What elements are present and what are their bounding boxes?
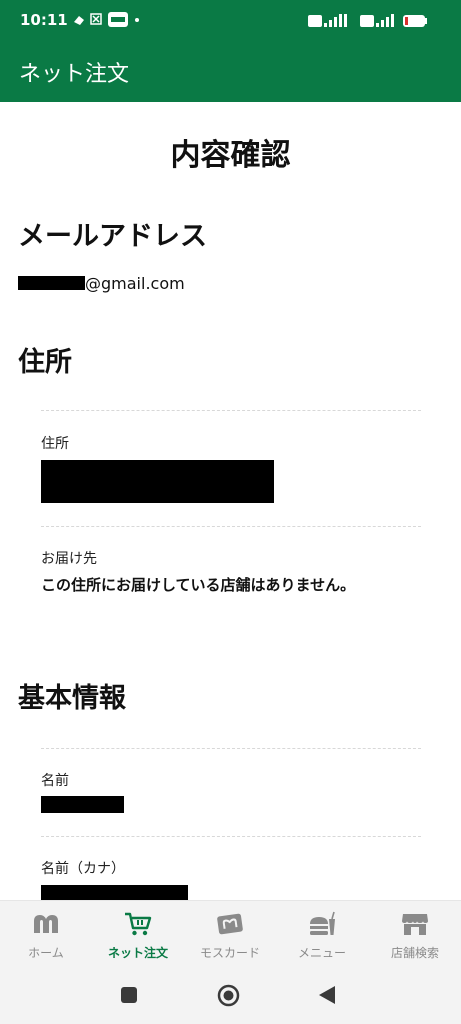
- app-bar: ネット注文: [0, 40, 461, 102]
- nav-label-net-order: ネット注文: [107, 946, 168, 960]
- home-circle-icon[interactable]: [217, 984, 240, 1007]
- nav-item-mos-card[interactable]: モスカード: [184, 901, 276, 969]
- back-triangle-icon[interactable]: [318, 985, 336, 1005]
- nav-item-menu[interactable]: メニュー: [276, 901, 368, 969]
- name-redaction: [41, 796, 124, 813]
- email-redaction: [18, 276, 85, 290]
- email-suffix: @gmail.com: [85, 273, 185, 293]
- card-icon: [217, 913, 243, 935]
- delivery-label: お届け先: [41, 551, 97, 567]
- address-label: 住所: [41, 436, 69, 452]
- delivery-value: この住所にお届けしている店舗はありません。: [41, 576, 356, 594]
- nav-item-net-order[interactable]: ネット注文: [92, 901, 184, 969]
- page-title: 内容確認: [170, 138, 291, 173]
- nav-item-store-search[interactable]: 店舗検索: [369, 901, 461, 969]
- divider: [41, 836, 421, 837]
- divider: [41, 410, 421, 411]
- address-redaction: [41, 460, 274, 503]
- address-section-title: 住所: [18, 347, 72, 378]
- divider: [41, 748, 421, 749]
- name-label: 名前: [41, 773, 69, 789]
- bottom-navigation: ホーム ネット注文 モスカード メニュー 店舗検索: [0, 900, 461, 968]
- status-time: 10:11: [20, 11, 68, 29]
- cart-icon: [125, 912, 152, 936]
- store-icon: [402, 914, 428, 935]
- notification-dot-icon: [135, 18, 139, 22]
- mos-logo-icon: [34, 915, 58, 933]
- nav-label-home: ホーム: [28, 946, 64, 960]
- nav-item-home[interactable]: ホーム: [0, 901, 92, 969]
- email-value: @gmail.com: [18, 272, 185, 294]
- notification-icon: [90, 13, 102, 25]
- system-navigation-bar: [0, 968, 461, 1024]
- name-kana-redaction: [41, 885, 188, 900]
- email-section-title: メールアドレス: [18, 221, 207, 252]
- confirmation-content[interactable]: 内容確認 メールアドレス @gmail.com 住所 住所 お届け先 この住所に…: [0, 102, 461, 900]
- nav-label-mos-card: モスカード: [199, 946, 260, 960]
- divider: [41, 526, 421, 527]
- notification-icon: [74, 16, 84, 25]
- signal-battery-icon: [308, 14, 427, 27]
- nav-label-store-search: 店舗検索: [390, 946, 439, 960]
- app-bar-title: ネット注文: [19, 62, 130, 87]
- nav-label-menu: メニュー: [297, 946, 346, 960]
- nhk-app-icon: [108, 12, 128, 27]
- basic-info-section-title: 基本情報: [18, 683, 126, 714]
- name-kana-label: 名前（カナ）: [41, 861, 125, 877]
- recent-apps-icon[interactable]: [120, 986, 138, 1004]
- status-bar: 10:11: [0, 0, 461, 40]
- burger-drink-icon: [310, 911, 335, 935]
